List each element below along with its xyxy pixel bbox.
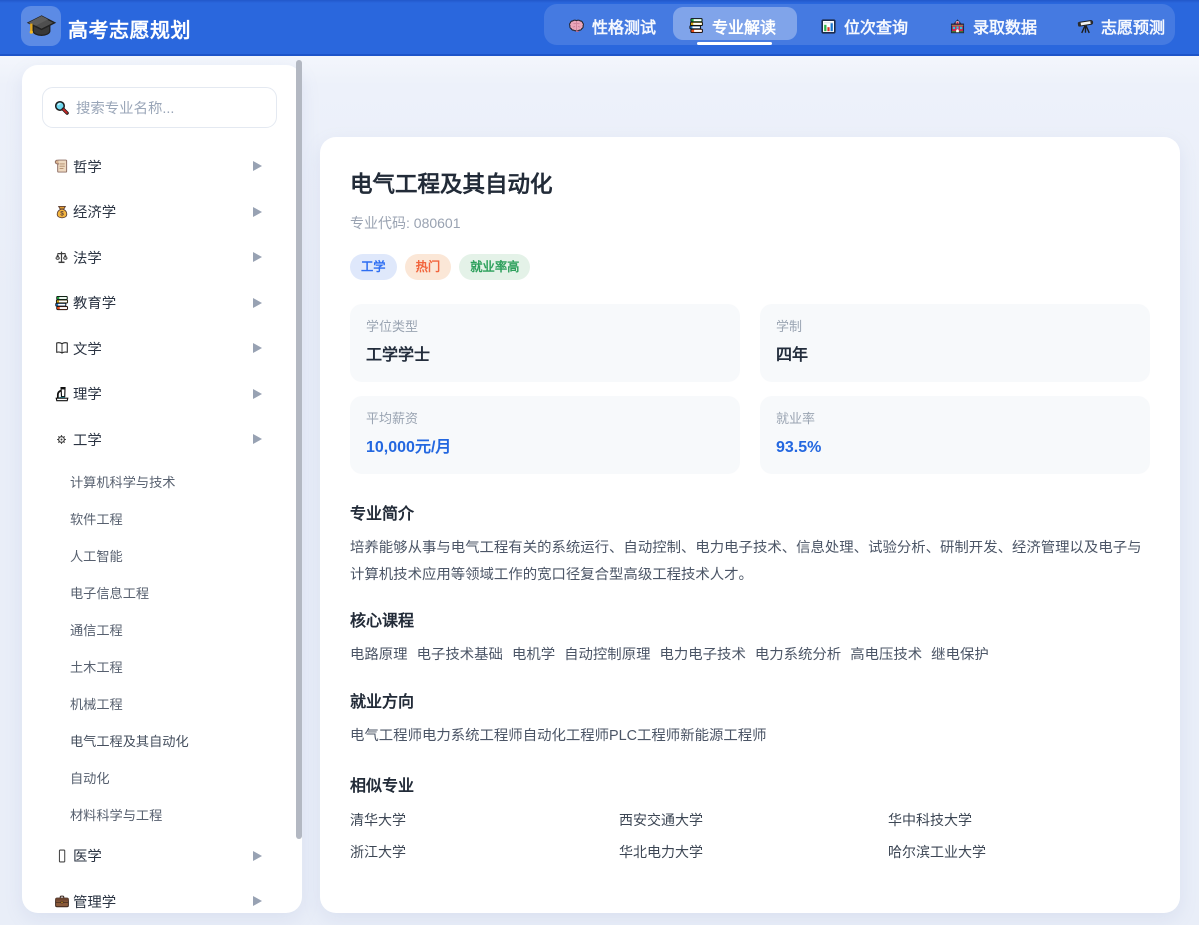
svg-text:$: $	[60, 210, 64, 217]
